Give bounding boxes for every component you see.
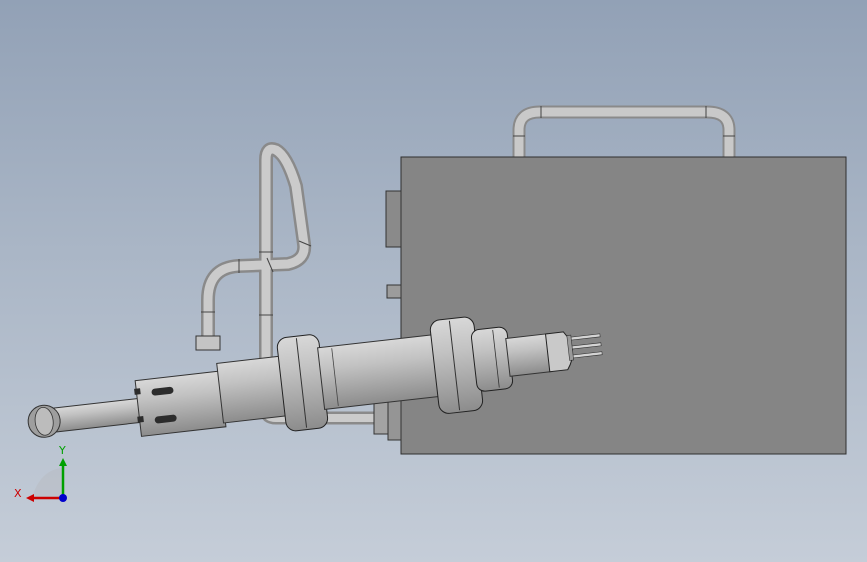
housing-small-fitting[interactable]: [386, 284, 402, 299]
triad-y-label: Y: [58, 444, 66, 457]
front-collar[interactable]: [470, 326, 514, 392]
model-view[interactable]: [0, 0, 867, 562]
triad-plane: [32, 468, 62, 498]
housing-side-port[interactable]: [385, 190, 402, 248]
housing-handle[interactable]: [512, 105, 736, 158]
triad-x-label: X: [14, 487, 22, 500]
barrel-mid-tube[interactable]: [317, 333, 445, 411]
nozzle-tube[interactable]: [505, 333, 553, 377]
vented-sleeve[interactable]: [134, 370, 227, 437]
cad-viewport[interactable]: X Y: [0, 0, 867, 562]
orientation-triad: X Y: [14, 444, 67, 502]
pipe-fitting[interactable]: [195, 335, 221, 351]
triad-z-axis: [59, 494, 67, 502]
